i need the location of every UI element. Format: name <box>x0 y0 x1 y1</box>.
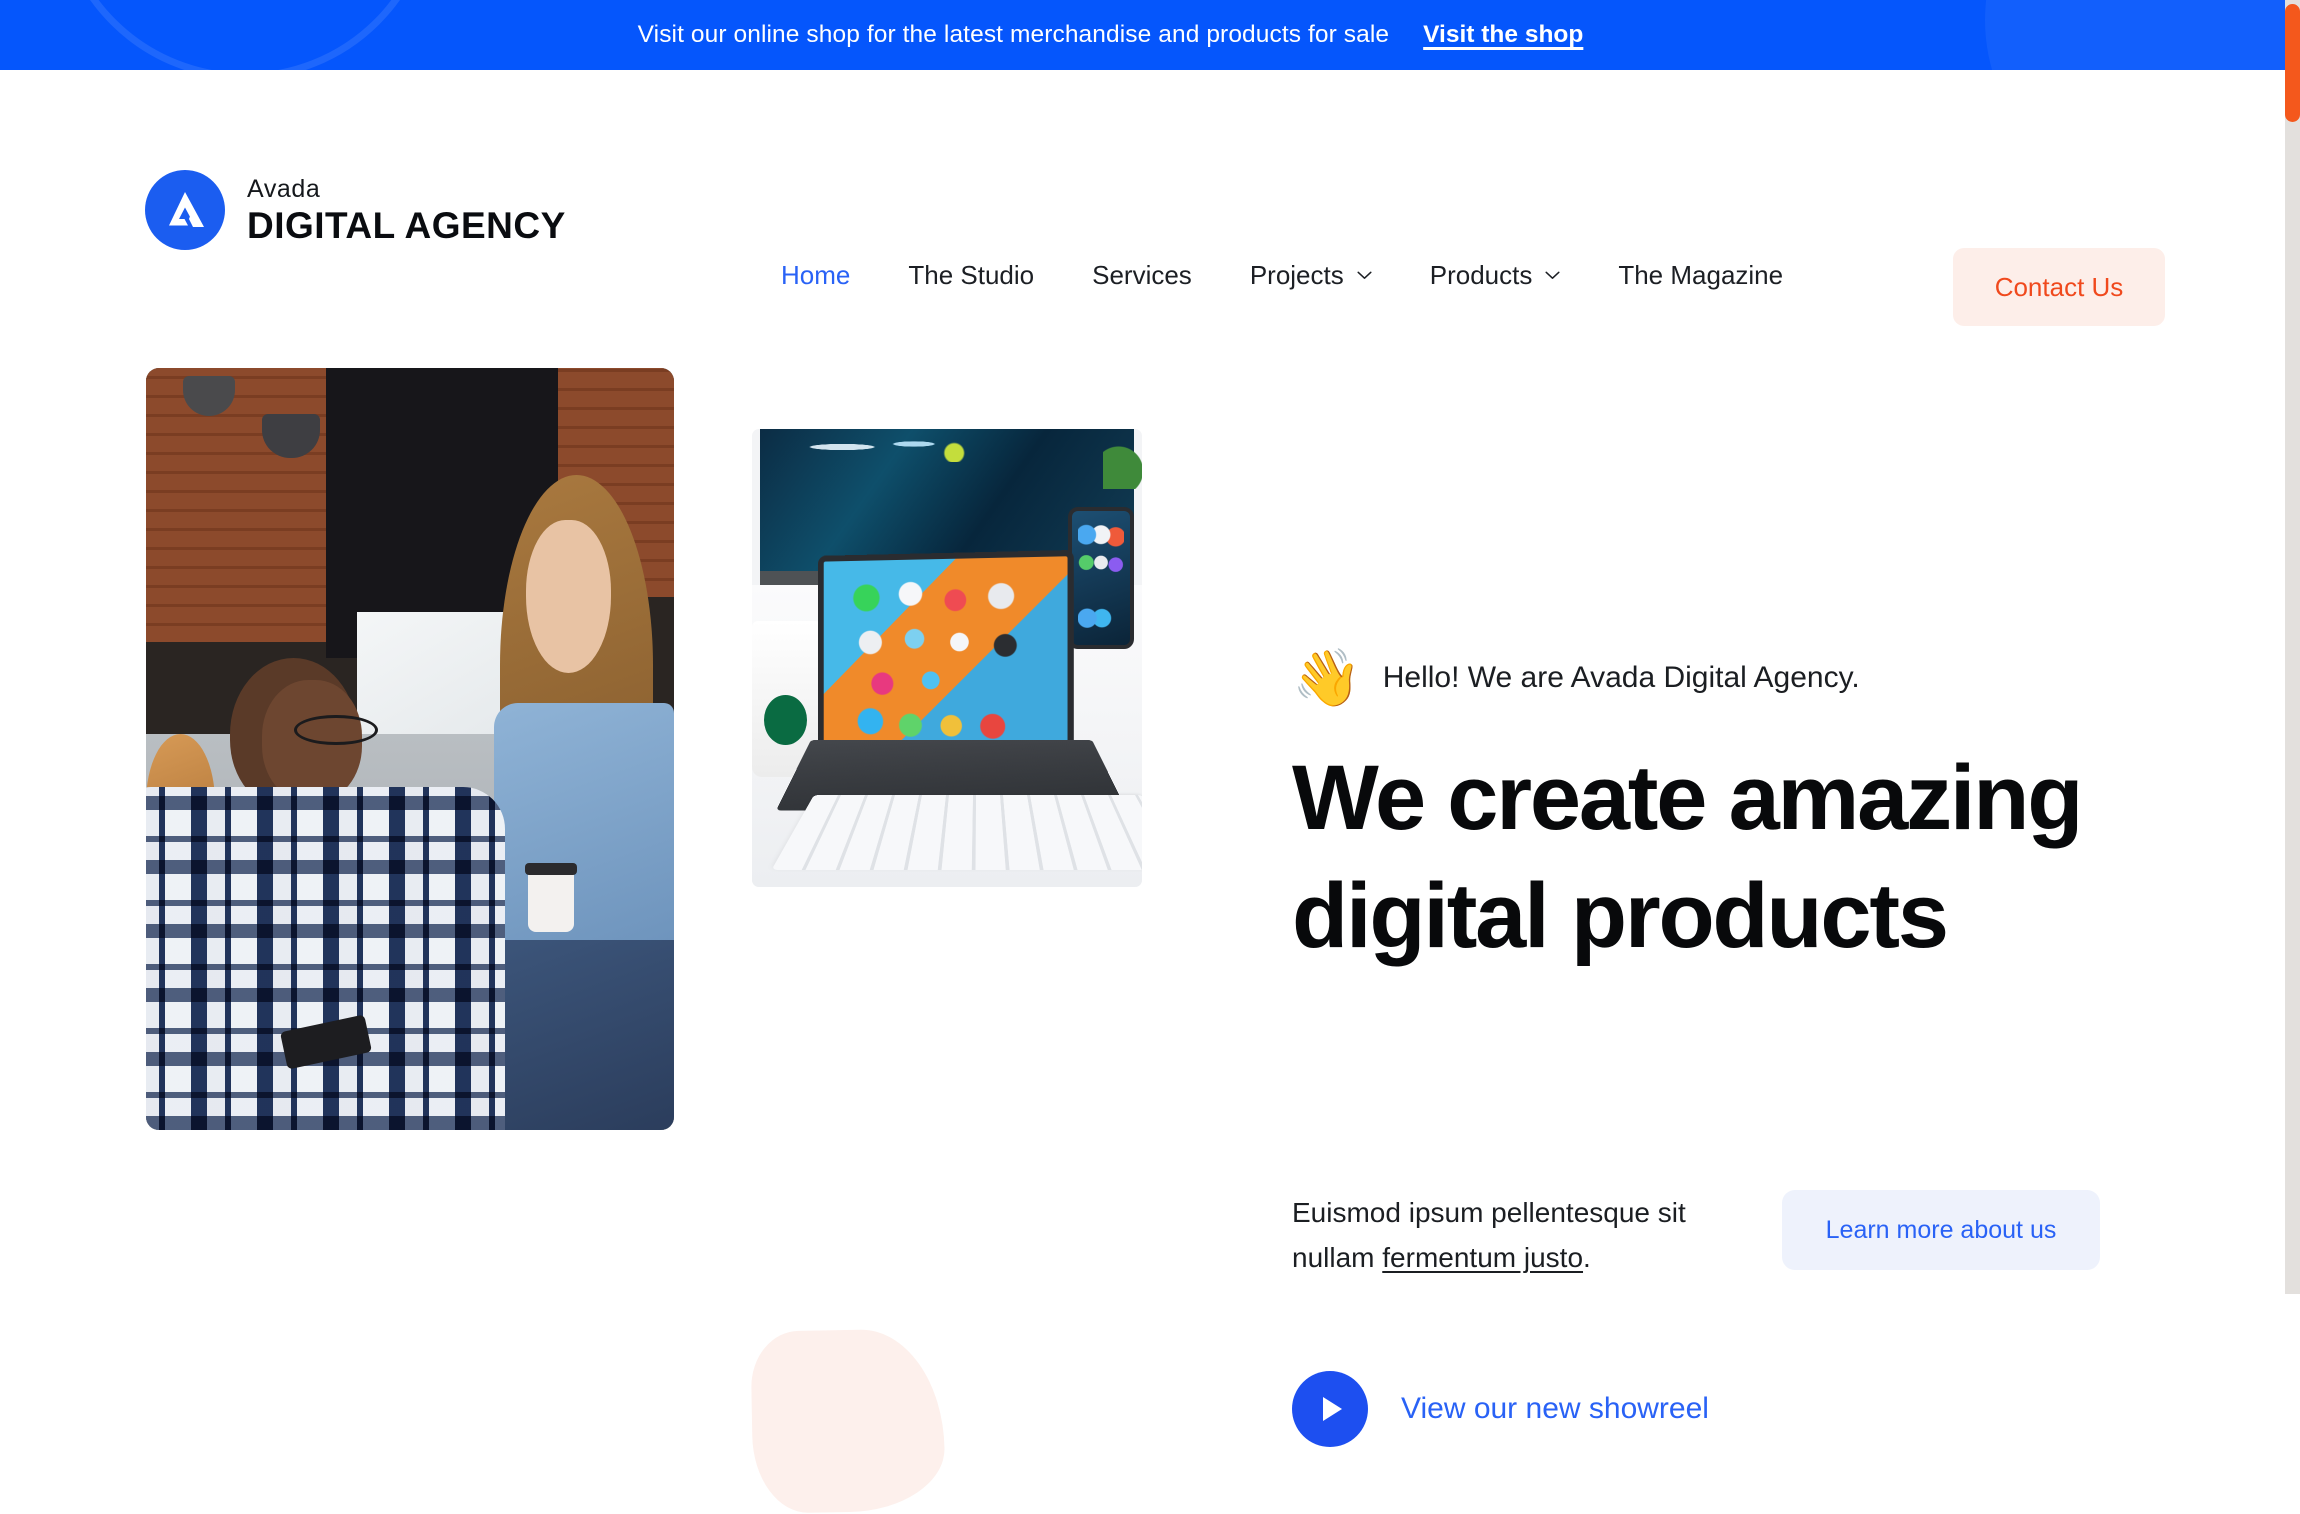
main-navigation: Home The Studio Services Projects Produc… <box>752 260 1812 291</box>
hero-greeting: 👋 Hello! We are Avada Digital Agency. <box>1292 650 1860 706</box>
nav-label: The Magazine <box>1618 260 1783 291</box>
nav-item-services[interactable]: Services <box>1063 260 1221 291</box>
mountain-peak-logo-icon <box>145 170 225 250</box>
nav-label: Services <box>1092 260 1192 291</box>
logo-name-large: DIGITAL AGENCY <box>247 207 566 244</box>
nav-item-home[interactable]: Home <box>752 260 879 291</box>
hero-lead-paragraph: Euismod ipsum pellentesque sit nullam fe… <box>1292 1190 1722 1281</box>
showreel-label: View our new showreel <box>1401 1392 1709 1426</box>
learn-more-button[interactable]: Learn more about us <box>1782 1190 2100 1270</box>
nav-label: The Studio <box>908 260 1034 291</box>
site-logo[interactable]: Avada DIGITAL AGENCY <box>145 170 566 250</box>
contact-us-button[interactable]: Contact Us <box>1953 248 2165 326</box>
waving-hand-emoji: 👋 <box>1292 650 1362 706</box>
decorative-pink-blob <box>750 1328 945 1513</box>
nav-item-the-studio[interactable]: The Studio <box>879 260 1063 291</box>
contact-us-label: Contact Us <box>1995 272 2124 303</box>
decorative-arc-left <box>55 0 435 70</box>
hero-lead-after: . <box>1583 1242 1591 1273</box>
chevron-down-icon <box>1545 271 1560 280</box>
learn-more-label: Learn more about us <box>1826 1216 2057 1245</box>
chevron-down-icon <box>1357 271 1372 280</box>
nav-label: Projects <box>1250 260 1344 291</box>
announcement-bar: Visit our online shop for the latest mer… <box>0 0 2285 70</box>
hero-lead-link[interactable]: fermentum justo <box>1382 1242 1583 1273</box>
hero-headline: We create amazing digital products <box>1292 740 2092 976</box>
nav-label: Home <box>781 260 850 291</box>
announcement-content: Visit our online shop for the latest mer… <box>638 21 1584 49</box>
nav-item-the-magazine[interactable]: The Magazine <box>1589 260 1812 291</box>
hero-greeting-text: Hello! We are Avada Digital Agency. <box>1383 661 1860 695</box>
nav-item-products[interactable]: Products <box>1401 260 1590 291</box>
play-icon[interactable] <box>1292 1371 1368 1447</box>
showreel-button[interactable]: View our new showreel <box>1292 1371 1709 1447</box>
hero-image-people <box>146 368 674 1130</box>
announcement-message: Visit our online shop for the latest mer… <box>638 21 1390 49</box>
page-scrollbar-track[interactable] <box>2285 0 2300 1294</box>
nav-label: Products <box>1430 260 1533 291</box>
visit-shop-link[interactable]: Visit the shop <box>1423 21 1583 49</box>
logo-name-small: Avada <box>247 177 566 202</box>
nav-item-projects[interactable]: Projects <box>1221 260 1401 291</box>
decorative-circle-right <box>1985 0 2285 70</box>
hero-image-devices: LG <box>752 429 1142 887</box>
page-scrollbar-thumb[interactable] <box>2285 4 2300 122</box>
site-header: Avada DIGITAL AGENCY Home The Studio Ser… <box>0 70 2285 270</box>
